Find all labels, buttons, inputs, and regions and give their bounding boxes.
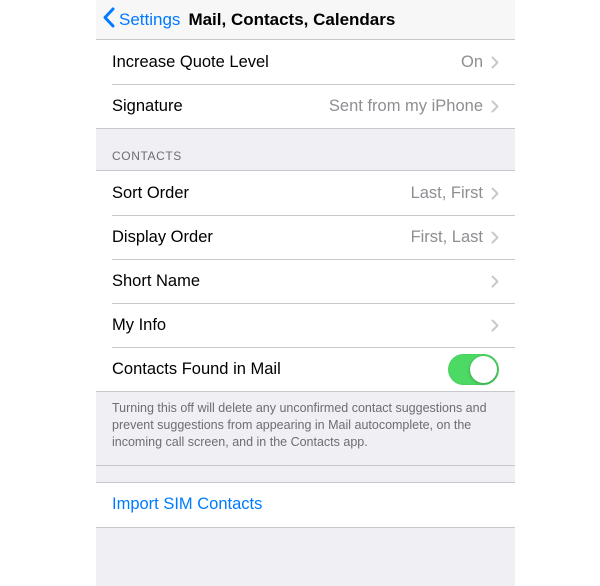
page-title: Mail, Contacts, Calendars bbox=[188, 10, 395, 30]
row-label: Increase Quote Level bbox=[112, 53, 269, 72]
row-my-info[interactable]: My Info bbox=[96, 303, 515, 347]
row-import-sim-contacts[interactable]: Import SIM Contacts bbox=[96, 483, 515, 527]
row-short-name[interactable]: Short Name bbox=[96, 259, 515, 303]
chevron-right-icon bbox=[491, 100, 499, 113]
chevron-right-icon bbox=[491, 56, 499, 69]
row-label: Short Name bbox=[112, 272, 200, 291]
row-contacts-found-in-mail: Contacts Found in Mail bbox=[96, 347, 515, 391]
row-signature[interactable]: Signature Sent from my iPhone bbox=[96, 84, 515, 128]
row-label: Display Order bbox=[112, 228, 213, 247]
group-gap bbox=[96, 527, 515, 586]
toggle-knob bbox=[470, 356, 497, 383]
group-header-label: CONTACTS bbox=[112, 149, 499, 163]
navbar: Settings Mail, Contacts, Calendars bbox=[96, 0, 515, 40]
group-header-contacts: CONTACTS bbox=[96, 128, 515, 171]
group-footer-contacts: Turning this off will delete any unconfi… bbox=[96, 391, 515, 465]
group-gap bbox=[96, 465, 515, 483]
chevron-left-icon bbox=[102, 7, 115, 33]
row-label: Contacts Found in Mail bbox=[112, 360, 281, 379]
row-display-order[interactable]: Display Order First, Last bbox=[96, 215, 515, 259]
chevron-right-icon bbox=[491, 187, 499, 200]
row-label: My Info bbox=[112, 316, 166, 335]
row-value: Sent from my iPhone bbox=[329, 97, 483, 116]
row-value: Last, First bbox=[411, 184, 483, 203]
row-sort-order[interactable]: Sort Order Last, First bbox=[96, 171, 515, 215]
row-label: Import SIM Contacts bbox=[112, 495, 262, 514]
row-increase-quote-level[interactable]: Increase Quote Level On bbox=[96, 40, 515, 84]
toggle-contacts-found-in-mail[interactable] bbox=[448, 354, 499, 385]
back-button[interactable]: Settings bbox=[102, 7, 180, 33]
row-label: Sort Order bbox=[112, 184, 189, 203]
chevron-right-icon bbox=[491, 231, 499, 244]
chevron-right-icon bbox=[491, 275, 499, 288]
row-label: Signature bbox=[112, 97, 183, 116]
row-value: On bbox=[461, 53, 483, 72]
back-label: Settings bbox=[119, 10, 180, 30]
chevron-right-icon bbox=[491, 319, 499, 332]
row-value: First, Last bbox=[411, 228, 483, 247]
group-footer-text: Turning this off will delete any unconfi… bbox=[112, 400, 499, 451]
